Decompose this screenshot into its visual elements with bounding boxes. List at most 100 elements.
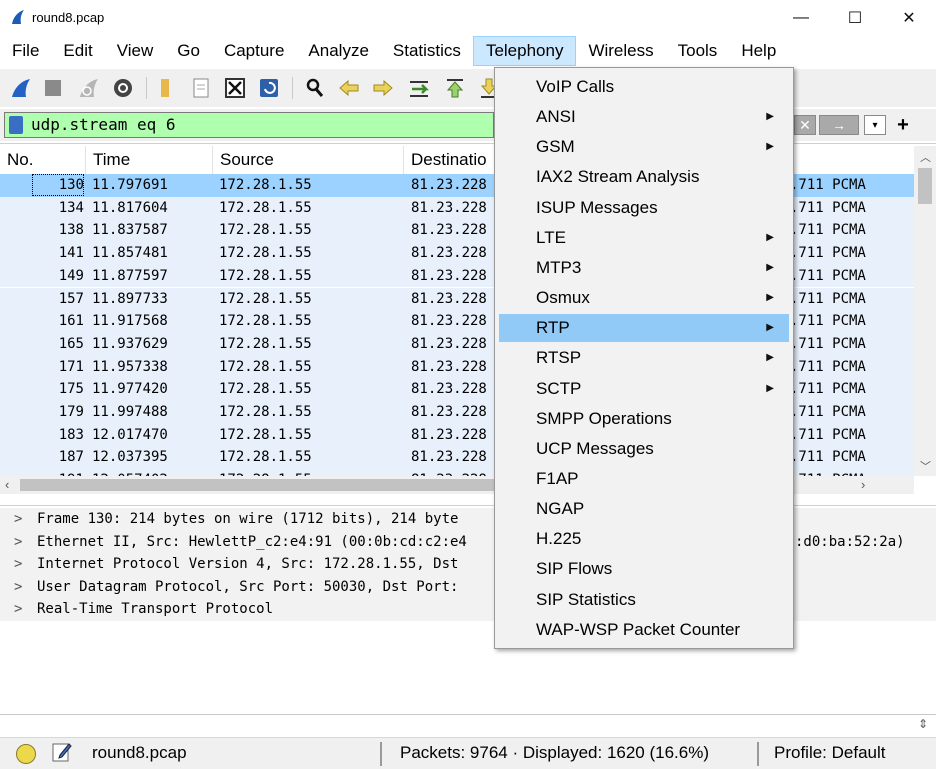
close-window-button[interactable]: ✕: [886, 0, 932, 36]
bookmark-icon[interactable]: [9, 116, 23, 134]
column-header-source[interactable]: Source: [213, 146, 404, 174]
scroll-up-icon[interactable]: ︿: [920, 149, 931, 165]
telephony-menu-item-sip-flows[interactable]: SIP Flows: [499, 555, 789, 583]
packet-cell-info: .711 PCMA: [790, 426, 866, 443]
telephony-menu-item-lte[interactable]: LTE ▶: [499, 224, 789, 252]
packet-cell-time: 11.957338: [92, 358, 168, 375]
menu-help[interactable]: Help: [729, 36, 788, 66]
telephony-menu-item-sip-statistics[interactable]: SIP Statistics: [499, 586, 789, 614]
close-file-icon[interactable]: [222, 75, 248, 101]
detail-tree-row[interactable]: > User Datagram Protocol, Src Port: 50030…: [0, 575, 936, 599]
telephony-menu-item-osmux[interactable]: Osmux ▶: [499, 284, 789, 312]
maximize-button[interactable]: ☐: [832, 0, 878, 36]
telephony-menu-item-ngap[interactable]: NGAP: [499, 495, 789, 523]
telephony-menu-item-smpp-operations[interactable]: SMPP Operations: [499, 405, 789, 433]
submenu-arrow-icon: ▶: [766, 141, 774, 153]
telephony-menu-item-ucp-messages[interactable]: UCP Messages: [499, 435, 789, 463]
menu-edit[interactable]: Edit: [51, 36, 104, 66]
scroll-left-icon[interactable]: ‹: [5, 477, 9, 492]
detail-tree-row[interactable]: > Frame 130: 214 bytes on wire (1712 bits…: [0, 508, 936, 531]
packet-cell-src: 172.28.1.55: [219, 177, 312, 193]
packet-cell-time: 11.817604: [92, 199, 168, 216]
submenu-arrow-icon: ▶: [766, 352, 774, 364]
packet-bytes-pane: ⇕: [0, 714, 936, 736]
detail-tree-row[interactable]: > Real-Time Transport Protocol: [0, 598, 936, 621]
detail-text: Frame 130: 214 bytes on wire (1712 bits)…: [37, 511, 459, 527]
window-title: round8.pcap: [32, 10, 105, 25]
telephony-menu-item-iax2-stream-analysis[interactable]: IAX2 Stream Analysis: [499, 163, 789, 191]
add-filter-button[interactable]: +: [893, 112, 913, 138]
menu-item-label: SCTP: [536, 378, 582, 398]
shark-fin-start-icon[interactable]: [8, 75, 34, 101]
menu-wireless[interactable]: Wireless: [576, 36, 665, 66]
menu-item-label: F1AP: [536, 468, 579, 488]
options-icon[interactable]: [110, 75, 136, 101]
column-header-no[interactable]: No.: [0, 146, 86, 174]
menu-statistics[interactable]: Statistics: [381, 36, 473, 66]
menu-tools[interactable]: Tools: [666, 36, 730, 66]
packet-cell-time: 11.917568: [92, 313, 168, 330]
menu-go[interactable]: Go: [165, 36, 212, 66]
status-profile[interactable]: Profile: Default: [774, 743, 886, 763]
packet-cell-info: .711 PCMA: [790, 469, 866, 476]
telephony-menu-item-mtp3[interactable]: MTP3 ▶: [499, 254, 789, 282]
packet-list-vscrollbar[interactable]: ︿ ﹀: [914, 146, 936, 476]
telephony-menu-item-isup-messages[interactable]: ISUP Messages: [499, 194, 789, 222]
menu-telephony[interactable]: Telephony: [472, 36, 577, 66]
go-to-packet-icon[interactable]: [406, 75, 432, 101]
go-forward-icon[interactable]: [370, 75, 396, 101]
telephony-menu-item-rtsp[interactable]: RTSP ▶: [499, 344, 789, 372]
restart-icon[interactable]: [76, 75, 102, 101]
column-header-time[interactable]: Time: [86, 146, 213, 174]
go-back-icon[interactable]: [336, 75, 362, 101]
bytes-scroll-icon[interactable]: ⇕: [918, 717, 928, 731]
scroll-right-icon[interactable]: ›: [861, 477, 865, 492]
expand-chevron-icon[interactable]: >: [14, 576, 22, 598]
stop-icon[interactable]: [40, 75, 66, 101]
find-icon[interactable]: [302, 75, 328, 101]
packet-cell-info: .711 PCMA: [790, 222, 866, 239]
expand-chevron-icon[interactable]: >: [14, 598, 22, 620]
expand-chevron-icon[interactable]: >: [14, 508, 22, 530]
packet-cell-dst: 81.23.228: [411, 404, 487, 420]
display-filter-input[interactable]: udp.stream eq 6: [4, 112, 494, 138]
telephony-menu-item-sctp[interactable]: SCTP ▶: [499, 375, 789, 403]
filter-history-dropdown[interactable]: ▾: [864, 115, 886, 135]
telephony-menu-item-rtp[interactable]: RTP ▶: [499, 314, 789, 343]
packet-cell-src: 172.28.1.55: [219, 381, 312, 398]
save-file-icon[interactable]: [188, 75, 214, 101]
telephony-menu-item-ansi[interactable]: ANSI ▶: [499, 103, 789, 131]
open-folder-icon[interactable]: [152, 75, 178, 101]
menu-analyze[interactable]: Analyze: [296, 36, 380, 66]
expand-chevron-icon[interactable]: >: [14, 531, 22, 553]
detail-text: User Datagram Protocol, Src Port: 50030,…: [37, 578, 459, 595]
packet-cell-dst: 81.23.228: [411, 313, 487, 330]
expert-info-icon[interactable]: [16, 744, 36, 764]
menu-file[interactable]: File: [0, 36, 51, 66]
telephony-menu-item-f1ap[interactable]: F1AP: [499, 465, 789, 493]
clear-filter-button[interactable]: ✕: [794, 115, 816, 135]
packet-cell-dst: 81.23.228: [411, 177, 487, 193]
telephony-menu-item-wap-wsp-packet-counter[interactable]: WAP-WSP Packet Counter: [499, 616, 789, 644]
go-first-icon[interactable]: [442, 75, 468, 101]
telephony-menu-item-voip-calls[interactable]: VoIP Calls: [499, 73, 789, 101]
scroll-down-icon[interactable]: ﹀: [920, 458, 931, 474]
reload-icon[interactable]: [256, 75, 282, 101]
packet-cell-src: 172.28.1.55: [219, 358, 312, 375]
telephony-menu-item-h-225[interactable]: H.225: [499, 525, 789, 553]
detail-text-overflow: :d0:ba:52:2a): [795, 533, 905, 550]
packet-cell-no: 138: [58, 222, 84, 239]
detail-tree-row[interactable]: > Ethernet II, Src: HewlettP_c2:e4:91 (00…: [0, 530, 936, 554]
minimize-button[interactable]: —: [778, 0, 824, 36]
detail-tree-row[interactable]: > Internet Protocol Version 4, Src: 172.2…: [0, 553, 936, 576]
apply-filter-button[interactable]: →: [819, 115, 859, 135]
menu-item-label: ANSI: [536, 107, 576, 127]
packet-cell-no: 161: [58, 313, 84, 330]
expand-chevron-icon[interactable]: >: [14, 553, 22, 575]
vscroll-thumb[interactable]: [918, 168, 932, 204]
menu-capture[interactable]: Capture: [212, 36, 296, 66]
menu-view[interactable]: View: [105, 36, 166, 66]
menu-item-label: LTE: [536, 227, 566, 247]
telephony-menu-item-gsm[interactable]: GSM ▶: [499, 133, 789, 161]
capture-comment-icon[interactable]: [52, 741, 72, 763]
